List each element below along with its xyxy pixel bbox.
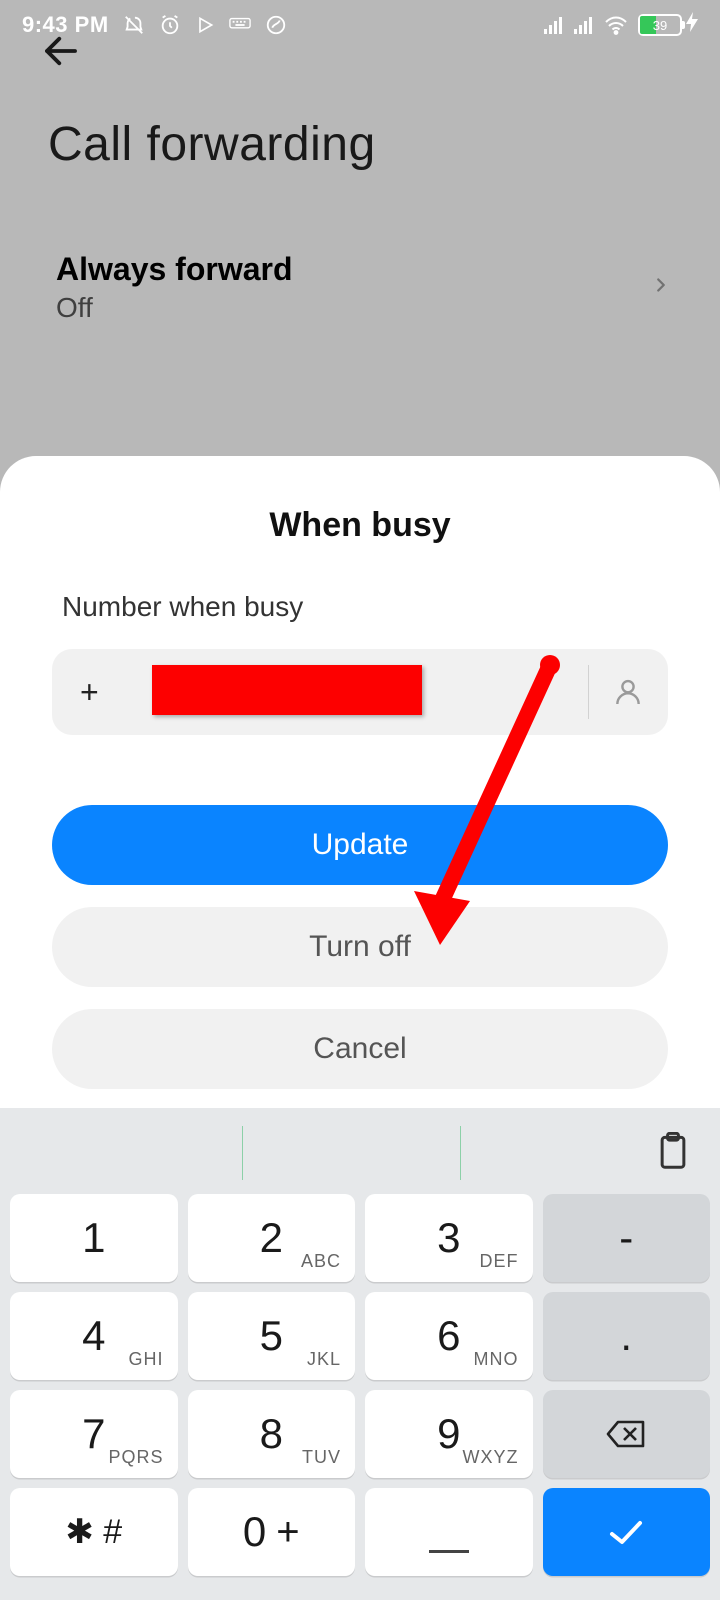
key-enter[interactable] — [543, 1488, 711, 1576]
number-input-wrap[interactable]: + — [52, 649, 668, 735]
key-star-hash[interactable]: ✱ # — [10, 1488, 178, 1576]
keyboard-indicator-icon — [229, 17, 251, 33]
status-time: 9:43 PM — [22, 12, 109, 38]
clipboard-icon[interactable] — [656, 1132, 690, 1175]
key-5[interactable]: 5JKL — [188, 1292, 356, 1380]
space-underscore-icon — [429, 1550, 469, 1553]
battery-icon: 39 — [638, 12, 698, 38]
redacted-block — [152, 665, 422, 715]
status-bar: 9:43 PM 39 — [0, 0, 720, 50]
key-dash[interactable]: - — [543, 1194, 711, 1282]
signal-1-icon — [544, 16, 564, 34]
dnd-off-icon — [123, 14, 145, 36]
key-2[interactable]: 2ABC — [188, 1194, 356, 1282]
key-backspace[interactable] — [543, 1390, 711, 1478]
key-6[interactable]: 6MNO — [365, 1292, 533, 1380]
key-8[interactable]: 8TUV — [188, 1390, 356, 1478]
key-0[interactable]: 0+ — [188, 1488, 356, 1576]
field-label: Number when busy — [52, 591, 668, 623]
key-dot[interactable]: . — [543, 1292, 711, 1380]
charging-icon — [686, 12, 698, 38]
sheet-title: When busy — [52, 506, 668, 545]
key-9[interactable]: 9WXYZ — [365, 1390, 533, 1478]
key-space[interactable] — [365, 1488, 533, 1576]
update-button[interactable]: Update — [52, 805, 668, 885]
alarm-icon — [159, 14, 181, 36]
wifi-icon — [604, 15, 628, 35]
circle-slash-icon — [265, 14, 287, 36]
numeric-keyboard: 1 2ABC 3DEF - 4GHI 5JKL 6MNO . 7PQRS 8TU… — [0, 1108, 720, 1600]
pick-contact-button[interactable] — [588, 665, 648, 719]
key-3[interactable]: 3DEF — [365, 1194, 533, 1282]
cancel-button[interactable]: Cancel — [52, 1009, 668, 1089]
key-7[interactable]: 7PQRS — [10, 1390, 178, 1478]
signal-2-icon — [574, 16, 594, 34]
key-1[interactable]: 1 — [10, 1194, 178, 1282]
turn-off-button[interactable]: Turn off — [52, 907, 668, 987]
key-4[interactable]: 4GHI — [10, 1292, 178, 1380]
play-icon — [195, 15, 215, 35]
input-prefix: + — [80, 674, 99, 711]
